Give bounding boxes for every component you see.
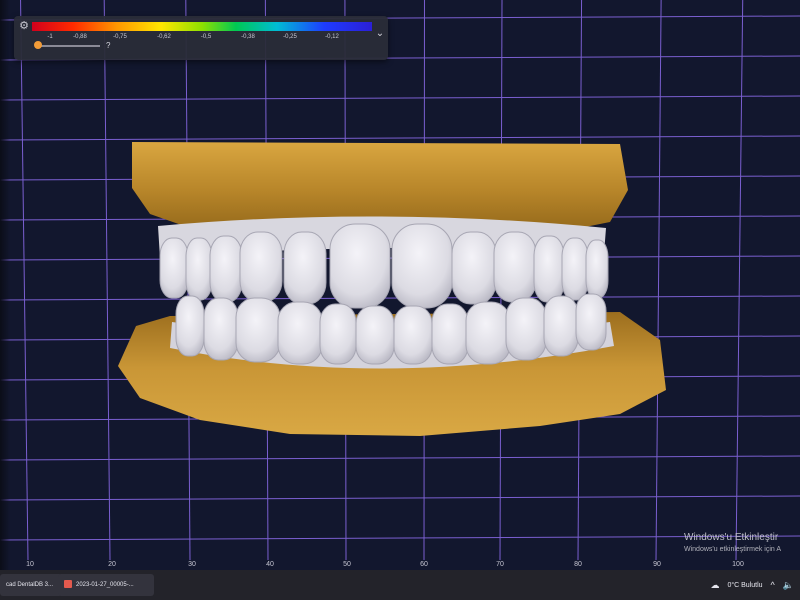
upper-tooth [451, 231, 497, 305]
lower-tooth [175, 295, 205, 357]
lower-tooth [393, 305, 433, 365]
lower-tooth [575, 293, 607, 351]
axis-label: 10 [26, 561, 34, 568]
scale-tick: -1 [47, 34, 53, 40]
taskbar: cad DentalDB 3... 2023-01-27_00005-... ☁… [0, 570, 800, 600]
lower-tooth [465, 301, 511, 365]
lower-tooth [203, 297, 239, 361]
axis-label: 30 [188, 561, 196, 568]
taskbar-app-file[interactable]: 2023-01-27_00005-... [58, 574, 154, 596]
axis-label: 60 [420, 561, 428, 568]
lower-tooth [355, 305, 395, 365]
screen-bezel-shadow [0, 0, 10, 570]
activation-watermark-title: Windows'u Etkinleştir [684, 532, 779, 543]
scale-tick: -0,12 [325, 34, 339, 40]
axis-label: 40 [266, 561, 274, 568]
cad-viewport[interactable]: ⚙ ⌄ -1 -0,88 -0,75 -0,62 -0,5 -0,38 -0,2… [0, 0, 800, 570]
upper-tooth [239, 231, 283, 303]
scale-tick: -0,25 [283, 34, 297, 40]
axis-label: 50 [343, 561, 351, 568]
speaker-icon[interactable]: 🔈 [783, 580, 794, 591]
upper-tooth [329, 223, 391, 309]
scale-tick: -0,88 [73, 34, 87, 40]
upper-tooth [585, 239, 609, 299]
deviation-color-scale-panel: ⚙ ⌄ -1 -0,88 -0,75 -0,62 -0,5 -0,38 -0,2… [14, 16, 388, 60]
taskbar-app-dentaldb[interactable]: cad DentalDB 3... [0, 574, 62, 596]
app-icon [64, 580, 72, 589]
upper-tooth [209, 235, 243, 303]
weather-text[interactable]: 0°C Bulutlu [727, 582, 762, 589]
scale-tick: -0,62 [157, 34, 171, 40]
opacity-slider-track[interactable] [36, 45, 100, 47]
dental-model-3d[interactable] [0, 0, 800, 570]
help-icon[interactable]: ? [106, 41, 110, 50]
scale-tick: -0,75 [113, 34, 127, 40]
upper-tooth [283, 231, 327, 305]
lower-tooth [277, 301, 323, 365]
upper-tooth [391, 223, 453, 309]
gear-icon[interactable]: ⚙ [18, 20, 30, 32]
upper-tooth [493, 231, 537, 303]
lower-tooth [235, 297, 281, 363]
lower-tooth [319, 303, 357, 365]
scale-tick: -0,5 [200, 34, 212, 40]
lower-tooth [543, 295, 579, 357]
chevron-up-icon[interactable]: ^ [771, 580, 775, 590]
color-scale-bar [32, 22, 372, 31]
chevron-down-icon[interactable]: ⌄ [374, 28, 386, 40]
taskbar-item-label: 2023-01-27_00005-... [76, 582, 134, 588]
axis-label: 90 [653, 561, 661, 568]
upper-tooth [185, 237, 213, 301]
taskbar-item-label: cad DentalDB 3... [6, 582, 54, 588]
axis-label: 100 [732, 561, 744, 568]
axis-label: 80 [574, 561, 582, 568]
lower-tooth [505, 297, 547, 361]
activation-watermark-subtitle: Windows'u etkinleştirmek için A [684, 546, 782, 553]
lower-teeth [175, 293, 607, 365]
system-tray: ☁ 0°C Bulutlu ^ 🔈 [710, 570, 800, 600]
cloud-icon: ☁ [710, 579, 720, 590]
upper-tooth [159, 237, 189, 299]
upper-tooth [561, 237, 589, 301]
upper-tooth [533, 235, 565, 303]
axis-label: 70 [496, 561, 504, 568]
lower-tooth [431, 303, 469, 365]
opacity-slider-handle[interactable] [34, 41, 42, 49]
scale-tick: -0,38 [241, 34, 255, 40]
axis-label: 20 [108, 561, 116, 568]
